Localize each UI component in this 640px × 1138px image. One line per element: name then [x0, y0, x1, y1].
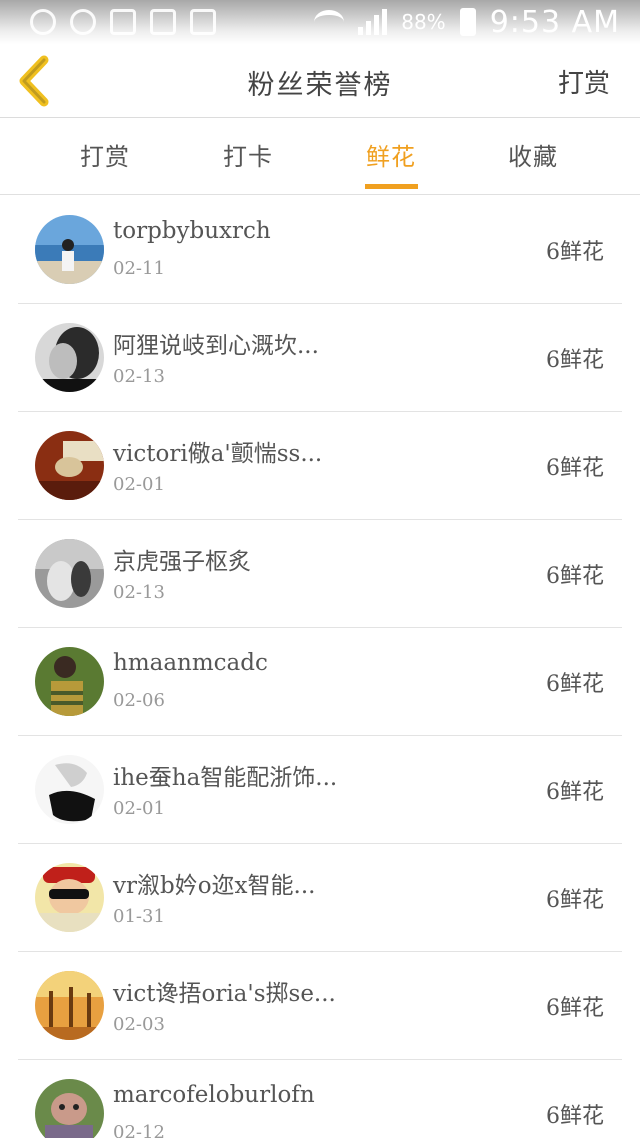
status-bar: 88% 9:53 AM: [0, 0, 640, 44]
fan-date: 02-03: [113, 1014, 165, 1035]
fan-name: vict谗捂oria's掷se...: [113, 981, 336, 1007]
status-notifications: [30, 9, 216, 35]
avatar: [35, 431, 104, 500]
avatar: [35, 647, 104, 716]
avatar: [35, 323, 104, 392]
fan-date: 02-01: [113, 474, 165, 495]
fan-name: torpbybuxrch: [113, 218, 271, 244]
fan-name: marcofeloburlofn: [113, 1082, 315, 1108]
tab-flowers[interactable]: 鲜花: [341, 137, 441, 172]
tab-bar: 打赏 打卡 鲜花 收藏: [0, 119, 640, 195]
clock: 9:53 AM: [489, 4, 620, 40]
avatar: [35, 215, 104, 284]
fan-date: 02-06: [113, 690, 165, 711]
flower-count: 6鲜花: [546, 240, 604, 265]
fan-date: 02-01: [113, 798, 165, 819]
flower-count: 6鲜花: [546, 888, 604, 913]
image-icon: [150, 9, 176, 35]
list-item[interactable]: marcofeloburlofn 02-12 6鲜花: [18, 1060, 622, 1138]
flower-count: 6鲜花: [546, 780, 604, 805]
header: 粉丝荣誉榜 打赏: [0, 44, 640, 118]
list-item[interactable]: hmaanmcadc 02-06 6鲜花: [18, 628, 622, 736]
fan-date: 01-31: [113, 906, 165, 927]
fan-list: torpbybuxrch 02-11 6鲜花 阿狸说岐到心溉坎... 02-13…: [18, 196, 622, 1138]
avatar: [35, 971, 104, 1040]
status-system: 88% 9:53 AM: [314, 5, 620, 40]
list-item[interactable]: torpbybuxrch 02-11 6鲜花: [18, 196, 622, 304]
page-title: 粉丝荣誉榜: [247, 70, 393, 101]
flower-count: 6鲜花: [546, 456, 604, 481]
fan-name: vr溆b妗o迩x智能...: [113, 873, 316, 899]
notification-icon: [30, 9, 56, 35]
battery-percent: 88%: [401, 10, 446, 34]
fan-name: 京虎强子枢炙: [113, 549, 251, 575]
flower-count: 6鲜花: [546, 996, 604, 1021]
flower-count: 6鲜花: [546, 672, 604, 697]
fan-date: 02-13: [113, 582, 165, 603]
list-item[interactable]: vr溆b妗o迩x智能... 01-31 6鲜花: [18, 844, 622, 952]
list-item[interactable]: 阿狸说岐到心溉坎... 02-13 6鲜花: [18, 304, 622, 412]
fan-name: hmaanmcadc: [113, 650, 268, 676]
fan-name: ihe蚕ha智能配浙饰...: [113, 765, 338, 791]
fan-date: 02-12: [113, 1122, 165, 1138]
avatar: [35, 539, 104, 608]
list-item[interactable]: vict谗捂oria's掷se... 02-03 6鲜花: [18, 952, 622, 1060]
avatar: [35, 755, 104, 824]
tab-checkin[interactable]: 打卡: [198, 137, 298, 172]
tab-favorites[interactable]: 收藏: [483, 137, 583, 172]
wifi-icon: [314, 10, 345, 34]
flower-count: 6鲜花: [546, 564, 604, 589]
fan-name: victori儆a'颤惴ss...: [113, 441, 323, 467]
tab-reward[interactable]: 打赏: [55, 137, 155, 172]
fan-name: 阿狸说岐到心溉坎...: [113, 333, 319, 359]
signal-icon: [358, 9, 388, 35]
list-item[interactable]: 京虎强子枢炙 02-13 6鲜花: [18, 520, 622, 628]
battery-icon: [459, 8, 476, 36]
mail-icon: [70, 9, 96, 35]
list-item[interactable]: ihe蚕ha智能配浙饰... 02-01 6鲜花: [18, 736, 622, 844]
active-tab-indicator: [365, 184, 418, 189]
flower-count: 6鲜花: [546, 1104, 604, 1129]
avatar: [35, 863, 104, 932]
fan-date: 02-11: [113, 258, 165, 279]
list-item[interactable]: victori儆a'颤惴ss... 02-01 6鲜花: [18, 412, 622, 520]
avatar: [35, 1079, 104, 1138]
reward-button[interactable]: 打赏: [558, 63, 610, 100]
flower-count: 6鲜花: [546, 348, 604, 373]
document-icon: [110, 9, 136, 35]
news-icon: [190, 9, 216, 35]
fan-date: 02-13: [113, 366, 165, 387]
